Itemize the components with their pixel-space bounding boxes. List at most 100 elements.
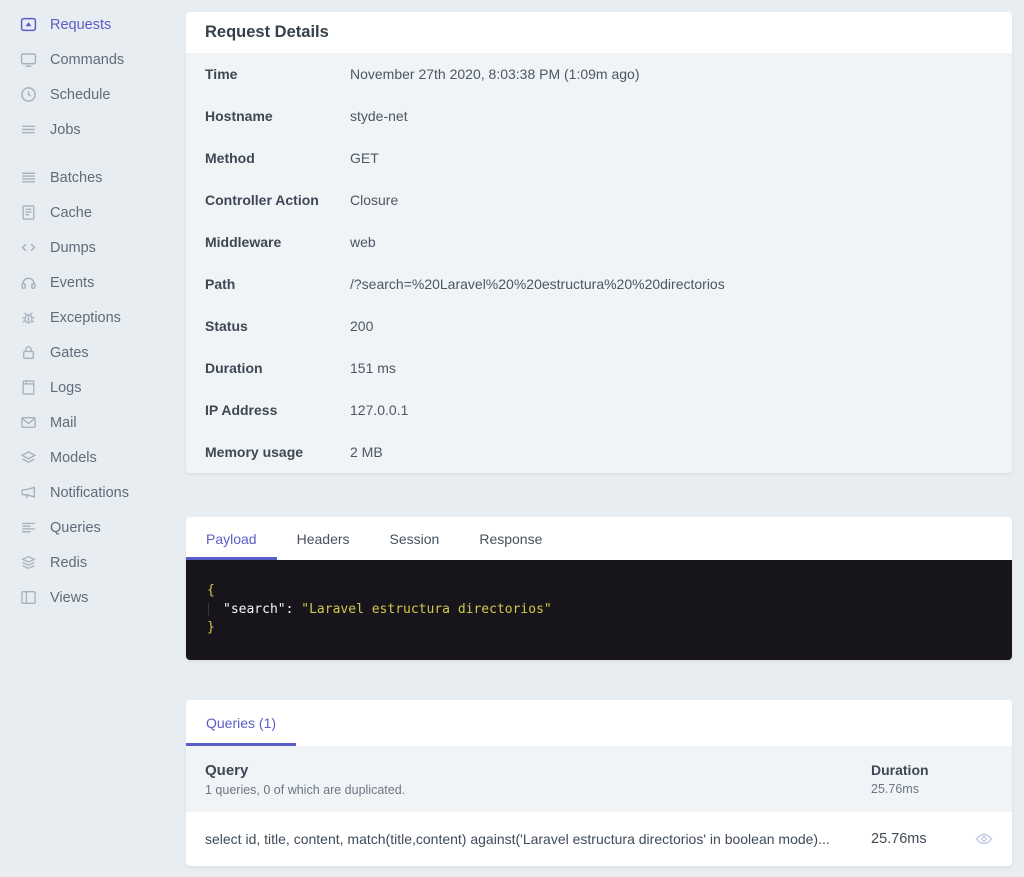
- bug-icon: [20, 309, 37, 326]
- sidebar-item-label: Redis: [50, 554, 88, 571]
- sidebar-item-label: Dumps: [50, 239, 96, 256]
- sidebar-item-redis[interactable]: Redis: [0, 545, 186, 580]
- detail-label: Duration: [205, 360, 263, 376]
- document-icon: [20, 204, 37, 221]
- detail-row-middleware: Middleware web: [186, 221, 1012, 263]
- journal-icon: [20, 379, 37, 396]
- sidebar-item-label: Jobs: [50, 121, 81, 138]
- queries-table-header: Query 1 queries, 0 of which are duplicat…: [186, 746, 1012, 812]
- tab-payload[interactable]: Payload: [186, 517, 277, 560]
- sidebar-item-models[interactable]: Models: [0, 440, 186, 475]
- detail-label: Middleware: [205, 234, 282, 250]
- query-lines-icon: [20, 519, 37, 536]
- sidebar-item-dumps[interactable]: Dumps: [0, 230, 186, 265]
- sidebar-item-label: Notifications: [50, 484, 129, 501]
- sidebar-item-events[interactable]: Events: [0, 265, 186, 300]
- query-column-label: Query: [205, 761, 249, 779]
- view-query-eye-icon[interactable]: [959, 830, 993, 848]
- detail-row-time: Time November 27th 2020, 8:03:38 PM (1:0…: [186, 53, 1012, 95]
- detail-row-hostname: Hostname styde-net: [186, 95, 1012, 137]
- code-string-value: "Laravel estructura directorios": [301, 601, 552, 617]
- sidebar: Requests Commands Schedule Jobs Batches: [0, 0, 186, 866]
- detail-label: Status: [205, 318, 248, 334]
- code-colon: :: [285, 601, 302, 617]
- sidebar-item-jobs[interactable]: Jobs: [0, 112, 186, 147]
- tab-session[interactable]: Session: [370, 517, 460, 560]
- megaphone-icon: [20, 484, 37, 501]
- detail-row-method: Method GET: [186, 137, 1012, 179]
- sidebar-item-exceptions[interactable]: Exceptions: [0, 300, 186, 335]
- request-details-panel: Request Details Time November 27th 2020,…: [186, 12, 1012, 473]
- window-icon: [20, 589, 37, 606]
- main-content: Request Details Time November 27th 2020,…: [186, 0, 1024, 866]
- sidebar-item-schedule[interactable]: Schedule: [0, 77, 186, 112]
- sidebar-item-notifications[interactable]: Notifications: [0, 475, 186, 510]
- indent-guide: [208, 602, 223, 616]
- payload-code-block: {"search": "Laravel estructura directori…: [186, 560, 1012, 660]
- detail-value: Closure: [350, 192, 399, 208]
- sidebar-item-label: Mail: [50, 414, 77, 431]
- sidebar-item-label: Requests: [50, 16, 112, 33]
- detail-row-ip-address: IP Address 127.0.0.1: [186, 389, 1012, 431]
- sidebar-item-queries[interactable]: Queries: [0, 510, 186, 545]
- query-duration-value: 25.76ms: [871, 831, 927, 847]
- sidebar-item-gates[interactable]: Gates: [0, 335, 186, 370]
- sidebar-item-label: Models: [50, 449, 97, 466]
- query-column-subtext: 1 queries, 0 of which are duplicated.: [205, 782, 406, 797]
- sidebar-item-cache[interactable]: Cache: [0, 195, 186, 230]
- code-close-brace: }: [207, 620, 215, 635]
- code-brackets-icon: [20, 239, 37, 256]
- detail-label: Path: [205, 276, 236, 292]
- detail-label: Memory usage: [205, 444, 304, 460]
- headphones-icon: [20, 274, 37, 291]
- duration-column-label: Duration: [871, 762, 929, 778]
- detail-value: 127.0.0.1: [350, 402, 409, 418]
- page-title: Request Details: [205, 23, 329, 41]
- sidebar-item-label: Commands: [50, 51, 125, 68]
- detail-label: Method: [205, 150, 255, 166]
- sidebar-item-label: Exceptions: [50, 309, 121, 326]
- detail-row-path: Path /?search=%20Laravel%20%20estructura…: [186, 263, 1012, 305]
- sidebar-item-label: Gates: [50, 344, 89, 361]
- query-sql-text: select id, title, content, match(title,c…: [205, 831, 830, 847]
- sidebar-item-label: Cache: [50, 204, 92, 221]
- tab-queries[interactable]: Queries (1): [186, 700, 297, 746]
- payload-panel: Payload Headers Session Response {"searc…: [186, 517, 1012, 660]
- table-row: select id, title, content, match(title,c…: [186, 812, 1012, 866]
- query-column-header: Query 1 queries, 0 of which are duplicat…: [205, 762, 405, 797]
- detail-row-memory-usage: Memory usage 2 MB: [186, 431, 1012, 473]
- lines-icon: [20, 121, 37, 138]
- stack-icon: [20, 554, 37, 571]
- envelope-icon: [20, 414, 37, 431]
- code-open-brace: {: [207, 583, 215, 598]
- sidebar-item-label: Views: [50, 589, 89, 606]
- detail-row-duration: Duration 151 ms: [186, 347, 1012, 389]
- detail-value: styde-net: [350, 108, 408, 124]
- sidebar-item-label: Schedule: [50, 86, 111, 103]
- sidebar-item-requests[interactable]: Requests: [0, 7, 186, 42]
- app-layout: Requests Commands Schedule Jobs Batches: [0, 0, 1024, 866]
- detail-label: Hostname: [205, 108, 273, 124]
- sidebar-item-batches[interactable]: Batches: [0, 160, 186, 195]
- tab-headers[interactable]: Headers: [277, 517, 370, 560]
- sidebar-item-mail[interactable]: Mail: [0, 405, 186, 440]
- sidebar-item-views[interactable]: Views: [0, 580, 186, 615]
- detail-row-controller-action: Controller Action Closure: [186, 179, 1012, 221]
- detail-value: web: [350, 234, 376, 250]
- detail-label: Controller Action: [205, 192, 319, 208]
- panel-header: Request Details: [186, 12, 1012, 53]
- lock-icon: [20, 344, 37, 361]
- duration-column-header: Duration 25.76ms: [871, 762, 993, 796]
- duration-column-subtext: 25.76ms: [871, 782, 919, 796]
- sidebar-item-label: Queries: [50, 519, 101, 536]
- detail-value: November 27th 2020, 8:03:38 PM (1:09m ag…: [350, 66, 640, 82]
- layers-icon: [20, 449, 37, 466]
- tab-response[interactable]: Response: [459, 517, 562, 560]
- sidebar-item-logs[interactable]: Logs: [0, 370, 186, 405]
- request-details-table: Time November 27th 2020, 8:03:38 PM (1:0…: [186, 53, 1012, 473]
- detail-value: /?search=%20Laravel%20%20estructura%20%2…: [350, 276, 725, 292]
- sidebar-item-commands[interactable]: Commands: [0, 42, 186, 77]
- sidebar-item-label: Events: [50, 274, 95, 291]
